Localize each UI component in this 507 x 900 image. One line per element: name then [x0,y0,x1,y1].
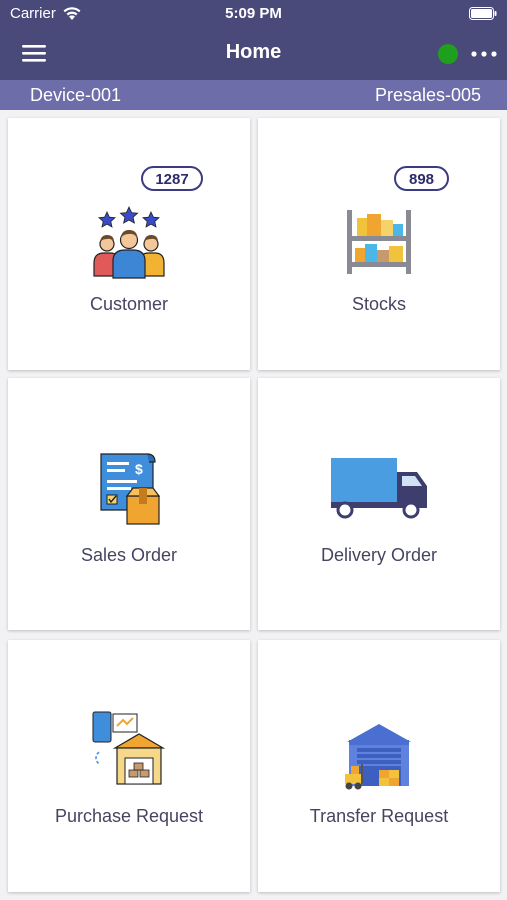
tile-label: Sales Order [80,545,178,565]
tile-label: Purchase Request [54,806,204,826]
menu-button[interactable] [18,40,50,68]
delivery-truck-icon [331,458,427,519]
tile-transfer-request[interactable]: Transfer Request [258,640,500,892]
device-id: Device-001 [30,85,122,105]
tile-sales-order[interactable]: $ Sales Order [8,378,250,630]
tile-label: Transfer Request [309,806,449,826]
hamburger-menu-icon [22,45,46,62]
tile-label: Delivery Order [320,545,438,565]
nav-bar: Home [0,28,507,80]
device-info-bar: Device-001 Presales-005 [0,80,507,110]
tile-delivery-order[interactable]: Delivery Order [258,378,500,630]
tile-stocks[interactable]: 898 Stocks [258,118,500,370]
tile-label: Customer [89,294,169,314]
sales-order-invoice-icon: $ [100,453,161,525]
stock-shelf-icon [347,210,411,274]
customer-group-icon [93,206,165,279]
online-status-indicator [438,44,458,64]
transfer-warehouse-icon [345,724,411,790]
tile-purchase-request[interactable]: Purchase Request [8,640,250,892]
more-dots-icon [471,51,497,57]
svg-text:$: $ [135,461,143,477]
purchase-warehouse-icon [92,711,166,785]
status-bar: Carrier 5:09 PM [0,0,507,28]
customer-count-badge: 1287 [141,166,203,191]
tile-label: Stocks [351,294,407,314]
stocks-count-badge: 898 [394,166,449,191]
tile-customer[interactable]: 1287 Customer [8,118,250,370]
page-title: Home [225,41,282,63]
status-time: 5:09 PM [225,5,282,22]
more-options-button[interactable] [468,42,500,66]
presales-id: Presales-005 [374,85,481,105]
battery-icon [469,7,497,20]
